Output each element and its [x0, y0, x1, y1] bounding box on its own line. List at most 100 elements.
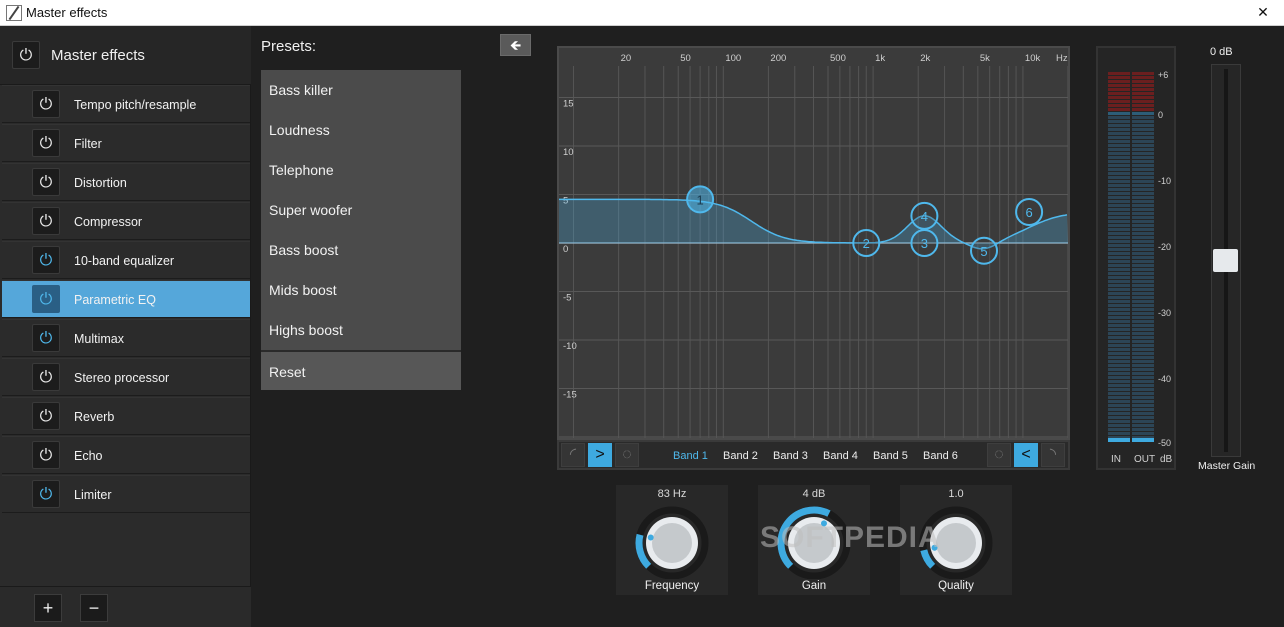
quality-label: Quality: [938, 580, 974, 592]
master-power-button[interactable]: ⏻: [12, 41, 40, 69]
effect-item[interactable]: ⏻ Distortion: [2, 163, 250, 201]
power-icon[interactable]: ⏻: [32, 441, 60, 469]
level-meter: +6 0 -10 -20 -30 -40 -50 IN OUT dB: [1096, 46, 1176, 470]
power-icon[interactable]: ⏻: [32, 324, 60, 352]
band-tab[interactable]: Band 2: [723, 450, 758, 462]
db-tick-label: -5: [563, 293, 571, 304]
meter-segment: [1132, 80, 1154, 83]
meter-segment: [1132, 136, 1154, 139]
meter-bars: [1108, 72, 1154, 442]
power-icon[interactable]: ⏻: [32, 168, 60, 196]
frequency-knob[interactable]: [632, 503, 712, 579]
eq-graph-canvas[interactable]: 20501002005001k2k5k10kHz151050-5-10-15dB…: [559, 48, 1068, 438]
preset-item[interactable]: Loudness: [261, 110, 461, 150]
master-gain-slider-panel: 0 dB Master Gain: [1196, 46, 1256, 476]
meter-segment: [1132, 148, 1154, 151]
effect-label: Parametric EQ: [74, 293, 156, 307]
band-handle[interactable]: 2: [852, 229, 881, 257]
effect-item[interactable]: ⏻ 10-band equalizer: [2, 241, 250, 279]
low-pass-shape-button[interactable]: <: [1014, 443, 1038, 467]
meter-segment: [1108, 292, 1130, 295]
meter-level: [1132, 438, 1154, 442]
power-icon[interactable]: ⏻: [32, 246, 60, 274]
close-button[interactable]: ✕: [1242, 0, 1284, 25]
meter-segment: [1132, 344, 1154, 347]
add-effect-button[interactable]: +: [34, 594, 62, 622]
meter-segment: [1132, 220, 1154, 223]
meter-segment: [1132, 312, 1154, 315]
preset-item[interactable]: Telephone: [261, 150, 461, 190]
notch-shape-button[interactable]: ◌: [987, 443, 1011, 467]
effect-item[interactable]: ⏻ Reverb: [2, 397, 250, 435]
power-icon[interactable]: ⏻: [32, 90, 60, 118]
back-arrow-button[interactable]: 🡸: [500, 34, 531, 56]
eq-graph[interactable]: 20501002005001k2k5k10kHz151050-5-10-15dB…: [557, 46, 1070, 440]
meter-segment: [1108, 392, 1130, 395]
meter-segment: [1132, 368, 1154, 371]
db-tick-label: 0: [563, 244, 568, 255]
band-handle[interactable]: 4: [910, 201, 939, 230]
effect-item[interactable]: ⏻ Parametric EQ: [2, 280, 250, 318]
power-icon[interactable]: ⏻: [32, 402, 60, 430]
meter-segment: [1108, 120, 1130, 123]
effect-label: Multimax: [74, 332, 125, 346]
effect-item[interactable]: ⏻ Multimax: [2, 319, 250, 357]
band-handle[interactable]: 1: [686, 185, 715, 214]
meter-segment: [1132, 404, 1154, 407]
band-tab[interactable]: Band 4: [823, 450, 858, 462]
master-gain-thumb[interactable]: [1213, 249, 1238, 272]
power-icon[interactable]: ⏻: [32, 480, 60, 508]
meter-segment: [1108, 228, 1130, 231]
band-handle-label: 3: [921, 236, 928, 251]
preset-item[interactable]: Super woofer: [261, 190, 461, 230]
band-handle[interactable]: 3: [910, 229, 939, 257]
meter-segment: [1108, 76, 1130, 79]
preset-item[interactable]: Bass boost: [261, 230, 461, 270]
power-icon[interactable]: ⏻: [32, 285, 60, 313]
meter-segment: [1132, 408, 1154, 411]
power-icon[interactable]: ⏻: [32, 363, 60, 391]
effect-item[interactable]: ⏻ Filter: [2, 124, 250, 162]
meter-unit-label: dB: [1160, 454, 1173, 465]
freq-tick-label: 5k: [980, 53, 990, 64]
presets-title: Presets:: [261, 38, 317, 55]
meter-segment: [1108, 260, 1130, 263]
band-tab[interactable]: Band 6: [923, 450, 958, 462]
effect-item[interactable]: ⏻ Compressor: [2, 202, 250, 240]
meter-segment: [1108, 380, 1130, 383]
power-icon[interactable]: ⏻: [32, 129, 60, 157]
meter-segment: [1108, 364, 1130, 367]
meter-segment: [1132, 428, 1154, 431]
meter-segment: [1108, 72, 1130, 75]
meter-segment: [1132, 184, 1154, 187]
band-selector-bar: ◜ > ◌ Band 1 Band 2 Band 3 Band 4 Band 5 Band…: [557, 440, 1070, 470]
effect-item[interactable]: ⏻ Echo: [2, 436, 250, 474]
meter-segment: [1108, 124, 1130, 127]
effect-item[interactable]: ⏻ Stereo processor: [2, 358, 250, 396]
title-bar: Master effects ✕: [0, 0, 1284, 26]
effect-item[interactable]: ⏻ Limiter: [2, 475, 250, 513]
meter-segment: [1132, 292, 1154, 295]
effect-label: Reverb: [74, 410, 115, 424]
meter-segment: [1132, 120, 1154, 123]
band-handle[interactable]: 5: [970, 236, 999, 265]
reset-preset-button[interactable]: Reset: [261, 350, 461, 390]
band-handle[interactable]: 6: [1015, 197, 1044, 226]
power-icon[interactable]: ⏻: [32, 207, 60, 235]
band-tab[interactable]: Band 5: [873, 450, 908, 462]
preset-item[interactable]: Highs boost: [261, 310, 461, 350]
effect-label: Tempo pitch/resample: [74, 98, 197, 112]
sidebar-footer: + −: [0, 586, 251, 627]
remove-effect-button[interactable]: −: [80, 594, 108, 622]
preset-item[interactable]: Bass killer: [261, 70, 461, 110]
bell-shape-button[interactable]: ◌: [615, 443, 639, 467]
low-shelf-shape-button[interactable]: ◜: [561, 443, 585, 467]
band-tab[interactable]: Band 1: [673, 450, 708, 462]
band-tab[interactable]: Band 3: [773, 450, 808, 462]
preset-item[interactable]: Mids boost: [261, 270, 461, 310]
meter-segment: [1108, 348, 1130, 351]
meter-segment: [1108, 164, 1130, 167]
effect-item[interactable]: ⏻ Tempo pitch/resample: [2, 85, 250, 123]
high-shelf-shape-button[interactable]: ◝: [1041, 443, 1065, 467]
high-pass-shape-button[interactable]: >: [588, 443, 612, 467]
